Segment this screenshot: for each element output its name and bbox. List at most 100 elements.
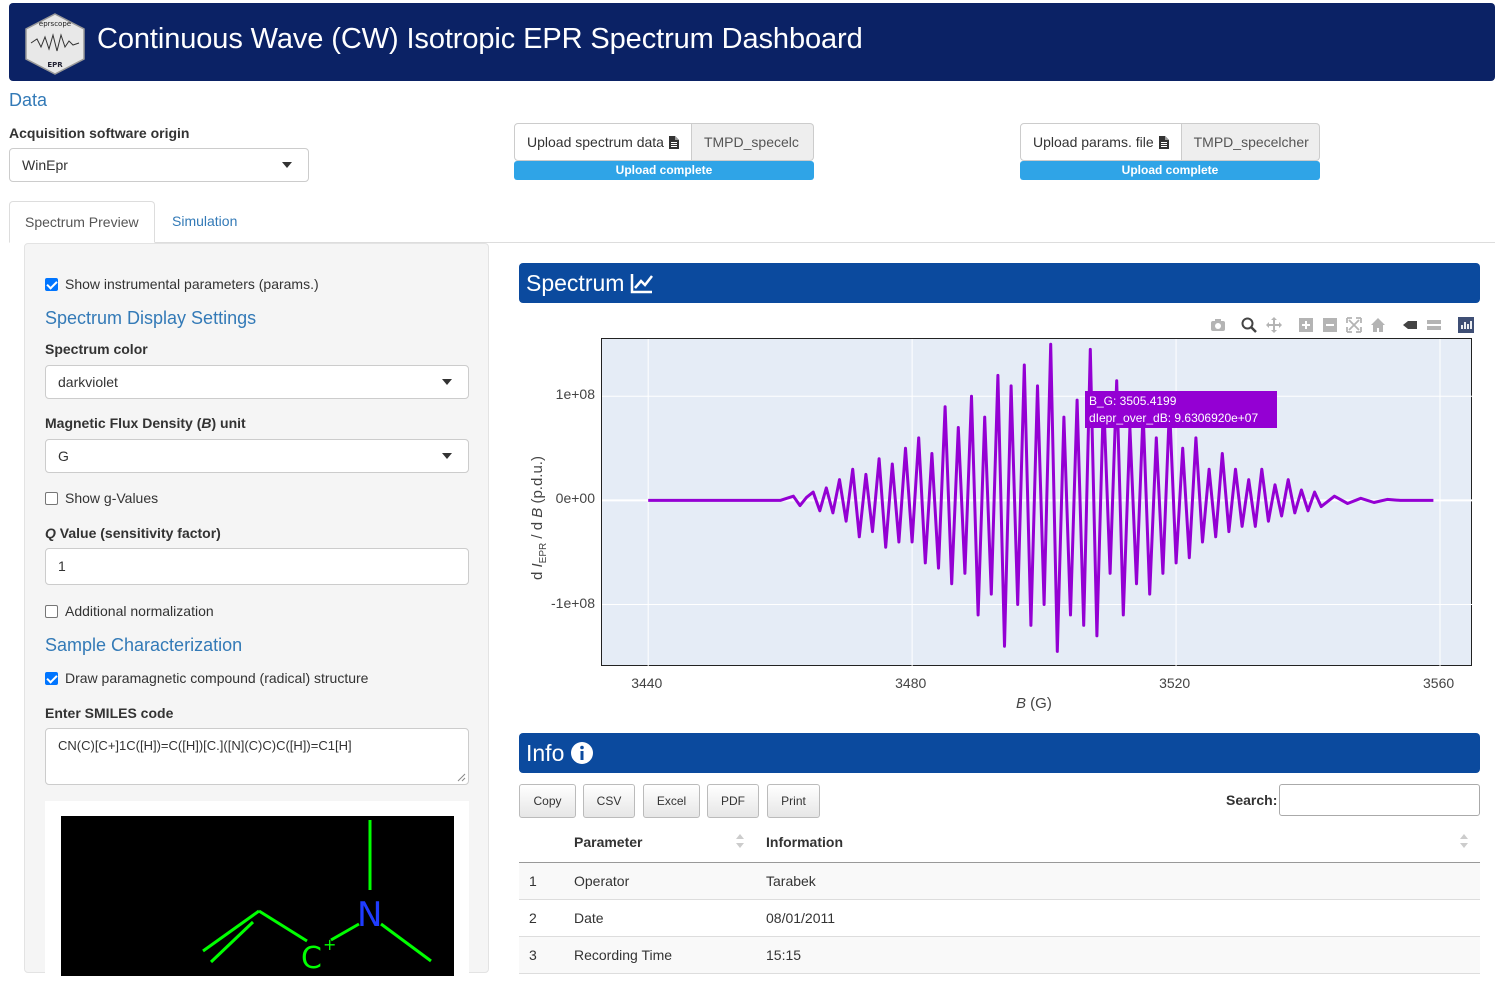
upload-params-group: Upload params. file TMPD_specelcher bbox=[1020, 123, 1320, 161]
column-header-parameter[interactable]: Parameter bbox=[574, 834, 643, 850]
table-row: 1 Operator Tarabek bbox=[519, 863, 1480, 900]
chevron-down-icon bbox=[442, 453, 452, 459]
smiles-textarea[interactable]: CN(C)[C+]1C([H])=C([H])[C.]([N](C)C)C([H… bbox=[45, 728, 469, 785]
y-axis-title: d IEPR / d B (p.d.u.) bbox=[529, 456, 549, 580]
x-axis-title: B (G) bbox=[1016, 695, 1052, 712]
spectrum-series-line[interactable] bbox=[648, 342, 1434, 653]
acquisition-origin-select[interactable]: WinEpr bbox=[9, 148, 309, 182]
app-header: eprscope EPR Continuous Wave (CW) Isotro… bbox=[9, 3, 1495, 81]
column-header-information[interactable]: Information bbox=[766, 834, 843, 850]
spectrum-color-value: darkviolet bbox=[58, 374, 118, 390]
spectrum-chart[interactable] bbox=[602, 339, 1473, 667]
pdf-button[interactable]: PDF bbox=[707, 784, 759, 818]
csv-button[interactable]: CSV bbox=[583, 784, 635, 818]
row-parameter: Recording Time bbox=[574, 947, 673, 963]
resize-handle-icon[interactable] bbox=[457, 773, 466, 782]
zoom-in-icon[interactable] bbox=[1298, 317, 1314, 333]
x-tick-label: 3480 bbox=[895, 675, 927, 691]
row-parameter: Date bbox=[574, 910, 604, 926]
atom-charge: + bbox=[323, 935, 336, 954]
q-value-input[interactable]: 1 bbox=[45, 548, 469, 585]
molecule-structure-card: N C + bbox=[45, 801, 469, 981]
zoom-icon[interactable] bbox=[1241, 317, 1257, 333]
molecule-structure-image: N C + bbox=[61, 816, 454, 976]
sample-characterization-heading: Sample Characterization bbox=[45, 635, 243, 655]
flux-unit-select[interactable]: G bbox=[45, 439, 469, 473]
hover-line-1: B_G: 3505.4199 bbox=[1089, 394, 1177, 408]
spectrum-panel-title: Spectrum bbox=[526, 269, 625, 296]
reset-axes-icon[interactable] bbox=[1370, 317, 1386, 333]
upload-spectrum-group: Upload spectrum data TMPD_specelc bbox=[514, 123, 814, 161]
app-title: Continuous Wave (CW) Isotropic EPR Spect… bbox=[97, 23, 863, 55]
row-information: Tarabek bbox=[766, 873, 816, 889]
tab-spectrum-preview[interactable]: Spectrum Preview bbox=[9, 201, 155, 243]
file-icon bbox=[668, 135, 679, 149]
search-input[interactable] bbox=[1279, 784, 1480, 816]
line-chart-icon bbox=[631, 274, 654, 294]
acquisition-origin-label: Acquisition software origin bbox=[9, 125, 190, 141]
show-params-checkbox-row[interactable]: Show instrumental parameters (params.) bbox=[45, 276, 319, 292]
compare-hover-icon[interactable] bbox=[1426, 317, 1442, 333]
logo-subtext: EPR bbox=[47, 61, 63, 69]
spectrum-panel-header: Spectrum bbox=[519, 263, 1480, 303]
camera-icon[interactable] bbox=[1210, 317, 1226, 333]
normalization-checkbox-row[interactable]: Additional normalization bbox=[45, 603, 214, 619]
y-tick-label: -1e+08 bbox=[551, 594, 595, 611]
draw-structure-checkbox[interactable] bbox=[45, 671, 58, 685]
gvalues-checkbox-row[interactable]: Show g-Values bbox=[45, 490, 158, 506]
upload-params-filename: TMPD_specelcher bbox=[1181, 123, 1320, 161]
x-tick-label: 3520 bbox=[1159, 675, 1191, 691]
smiles-label: Enter SMILES code bbox=[45, 705, 174, 721]
info-panel-title: Info bbox=[526, 739, 565, 766]
pan-icon[interactable] bbox=[1266, 317, 1282, 333]
row-index: 1 bbox=[529, 873, 537, 889]
gvalues-label: Show g-Values bbox=[65, 490, 159, 506]
spectrum-color-label: Spectrum color bbox=[45, 341, 148, 357]
y-tick-label: 1e+08 bbox=[555, 386, 595, 403]
excel-button[interactable]: Excel bbox=[643, 784, 700, 818]
info-panel-header: Info bbox=[519, 733, 1480, 773]
plotly-logo-icon[interactable] bbox=[1458, 317, 1474, 333]
flux-unit-value: G bbox=[58, 448, 69, 464]
spike-lines-icon[interactable] bbox=[1402, 317, 1418, 333]
chart-hover-tooltip: B_G: 3505.4199 dIepr_over_dB: 9.6306920e… bbox=[1085, 391, 1277, 428]
file-icon bbox=[1158, 135, 1169, 149]
spectrum-plot-area[interactable] bbox=[601, 338, 1473, 667]
sort-icon[interactable] bbox=[1459, 832, 1469, 850]
settings-sidebar: Show instrumental parameters (params.) S… bbox=[24, 243, 489, 981]
chevron-down-icon bbox=[282, 162, 292, 168]
search-label: Search: bbox=[1226, 792, 1278, 808]
row-information: 08/01/2011 bbox=[766, 910, 836, 926]
zoom-out-icon[interactable] bbox=[1322, 317, 1338, 333]
row-parameter: Operator bbox=[574, 873, 630, 889]
show-params-checkbox[interactable] bbox=[45, 277, 58, 291]
draw-structure-checkbox-row[interactable]: Draw paramagnetic compound (radical) str… bbox=[45, 670, 368, 686]
upload-params-progress: Upload complete bbox=[1020, 161, 1320, 180]
display-settings-heading: Spectrum Display Settings bbox=[45, 308, 257, 328]
flux-unit-label: Magnetic Flux Density (B) unit bbox=[45, 415, 246, 431]
sort-icon[interactable] bbox=[735, 832, 745, 850]
normalization-checkbox[interactable] bbox=[45, 604, 58, 618]
upload-params-button[interactable]: Upload params. file bbox=[1020, 123, 1182, 161]
copy-button[interactable]: Copy bbox=[519, 784, 576, 818]
print-button[interactable]: Print bbox=[767, 784, 820, 818]
spectrum-color-select[interactable]: darkviolet bbox=[45, 365, 469, 399]
upload-spectrum-button[interactable]: Upload spectrum data bbox=[514, 123, 692, 161]
x-tick-label: 3440 bbox=[631, 675, 663, 691]
row-index: 3 bbox=[529, 947, 537, 963]
row-index: 2 bbox=[529, 910, 537, 926]
eprscope-logo: eprscope EPR bbox=[25, 13, 85, 75]
table-row: 3 Recording Time 15:15 bbox=[519, 937, 1480, 974]
upload-params-label: Upload params. file bbox=[1033, 134, 1154, 150]
atom-c: C bbox=[301, 941, 322, 976]
autoscale-icon[interactable] bbox=[1346, 317, 1362, 333]
atom-n: N bbox=[357, 895, 382, 935]
q-value-label: Q Value (sensitivity factor) bbox=[45, 525, 221, 541]
data-section-title: Data bbox=[9, 90, 48, 110]
chevron-down-icon bbox=[442, 379, 452, 385]
tab-simulation[interactable]: Simulation bbox=[157, 201, 252, 243]
gvalues-checkbox[interactable] bbox=[45, 491, 58, 505]
smiles-value: CN(C)[C+]1C([H])=C([H])[C.]([N](C)C)C([H… bbox=[58, 738, 352, 753]
upload-spectrum-filename: TMPD_specelc bbox=[691, 123, 814, 161]
upload-spectrum-label: Upload spectrum data bbox=[527, 134, 664, 150]
